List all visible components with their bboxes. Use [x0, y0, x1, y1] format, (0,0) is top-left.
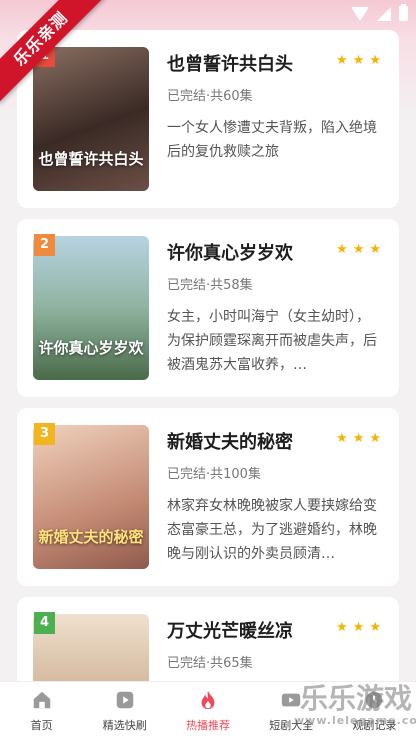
wifi-icon: [351, 6, 369, 21]
star-icon: ★: [369, 242, 381, 257]
star-icon: ★: [336, 242, 348, 257]
drama-description: 女主，小时叫海宁（女主幼时），为保护顾霆琛离开而被虐失声，后被酒鬼苏大富收养，…: [167, 309, 377, 373]
rating-stars: ★ ★ ★: [336, 432, 381, 445]
video-icon: [282, 693, 301, 706]
star-icon: ★: [369, 431, 381, 446]
tab-all-dramas[interactable]: 短剧大全: [250, 682, 333, 739]
star-icon: ★: [352, 53, 365, 68]
cover-title: 新婚丈夫的秘密: [38, 528, 144, 546]
cover-title: 许你真心岁岁欢: [38, 339, 144, 357]
drama-description: 林家弃女林晚晚被家人要挟嫁给变态富豪王总，为了逃避婚约，林晚晚与刚认识的外卖员顾…: [167, 498, 377, 562]
drama-cover[interactable]: 新婚丈夫的秘密: [33, 425, 149, 569]
star-icon: ★: [352, 620, 365, 635]
rank-badge: 3: [34, 423, 55, 445]
star-icon: ★: [336, 53, 348, 68]
drama-cover[interactable]: 许你真心岁岁欢: [33, 236, 149, 380]
star-icon: ★: [352, 242, 365, 257]
home-icon: [33, 691, 50, 708]
drama-card[interactable]: 新婚丈夫的秘密 3 新婚丈夫的秘密 ★ ★ ★ 已完结·共100集 林家弃女林晚…: [17, 408, 399, 586]
tab-home[interactable]: 首页: [0, 682, 83, 739]
drama-title[interactable]: 新婚丈夫的秘密: [167, 428, 293, 454]
rank-badge: 2: [34, 234, 55, 256]
bottom-tab-bar: 首页 精选快刷 热播推荐 短剧大全 观剧记录: [0, 681, 416, 739]
drama-title[interactable]: 万丈光芒暖丝凉: [167, 617, 293, 643]
signal-icon: [377, 6, 391, 21]
battery-icon: [399, 4, 408, 21]
history-icon: [366, 691, 383, 708]
drama-status: 已完结·共58集: [167, 278, 253, 293]
drama-status: 已完结·共65集: [167, 656, 253, 671]
ribbon-text: 乐乐亲测: [0, 0, 105, 103]
drama-card[interactable]: 许你真心岁岁欢 2 许你真心岁岁欢 ★ ★ ★ 已完结·共58集 女主，小时叫海…: [17, 219, 399, 397]
star-icon: ★: [336, 431, 348, 446]
flame-icon: [201, 690, 215, 709]
drama-title[interactable]: 许你真心岁岁欢: [167, 239, 293, 265]
tab-featured[interactable]: 精选快刷: [83, 682, 166, 739]
tab-label: 精选快刷: [102, 718, 147, 732]
rank-badge: 4: [34, 612, 55, 634]
drama-status: 已完结·共100集: [167, 467, 261, 482]
rating-stars: ★ ★ ★: [336, 243, 381, 256]
tab-label: 首页: [30, 718, 53, 732]
star-icon: ★: [336, 620, 348, 635]
rating-stars: ★ ★ ★: [336, 54, 381, 67]
drama-status: 已完结·共60集: [167, 89, 253, 104]
tab-label: 热播推荐: [186, 718, 230, 732]
tab-hot[interactable]: 热播推荐: [166, 682, 249, 739]
star-icon: ★: [369, 620, 381, 635]
star-icon: ★: [369, 53, 381, 68]
corner-ribbon: 乐乐亲测: [0, 0, 110, 110]
play-icon: [116, 691, 134, 708]
tab-label: 短剧大全: [269, 718, 314, 732]
drama-description: 一个女人惨遭丈夫背叛，陷入绝境后的复仇救赎之旅: [167, 120, 377, 160]
tab-label: 观剧记录: [352, 718, 397, 732]
tab-history[interactable]: 观剧记录: [333, 682, 416, 739]
star-icon: ★: [352, 431, 365, 446]
cover-title: 也曾誓许共白头: [38, 150, 144, 168]
rating-stars: ★ ★ ★: [336, 621, 381, 634]
drama-title[interactable]: 也曾誓许共白头: [167, 50, 293, 76]
